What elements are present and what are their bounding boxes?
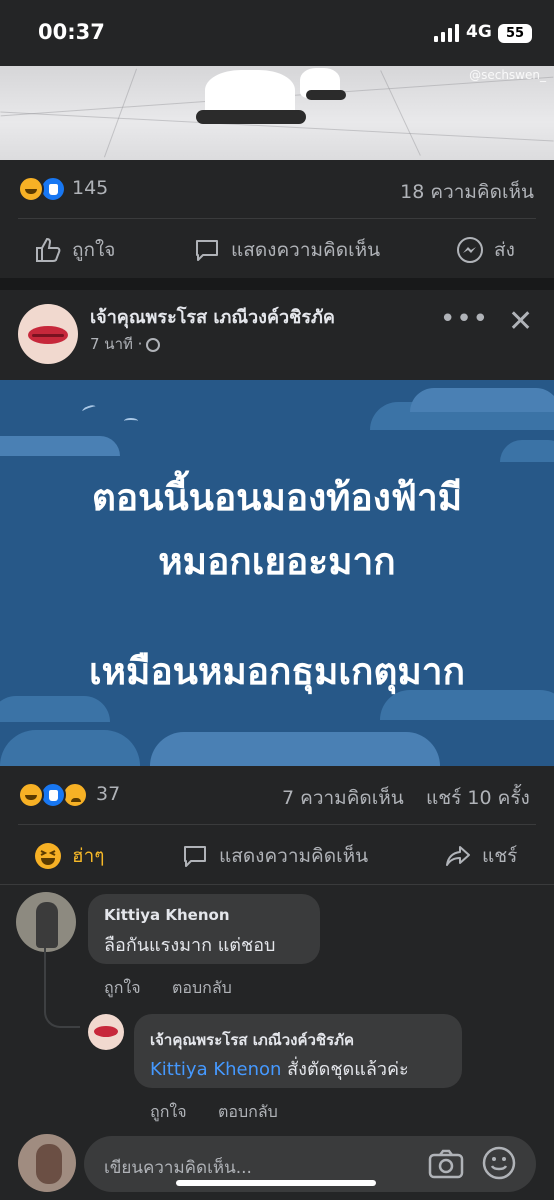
haha-icon [35,843,61,869]
divider [18,218,536,219]
post-video[interactable]: @sechswen_ [0,66,554,160]
home-indicator[interactable] [176,1180,376,1186]
like-button[interactable]: ถูกใจ [34,235,115,265]
share-arrow-icon [446,846,470,866]
comment-author[interactable]: Kittiya Khenon [104,906,230,924]
post2-actions: ฮ่าๆ แสดงความคิดเห็น แชร์ [0,826,554,884]
reply-bubble[interactable]: เจ้าคุณพระโรส เภณีวงค์วชิรภัค Kittiya Kh… [134,1014,462,1088]
text-post-banner[interactable]: ตอนนี้นอนมองท้องฟ้ามี หมอกเยอะมาก เหมือน… [0,380,554,766]
comment-bubble[interactable]: Kittiya Khenon ลือกันแรงมาก แต่ชอบ [88,894,320,964]
signal-icon [434,24,460,42]
share-button[interactable]: แชร์ [444,841,517,871]
emoji-icon[interactable] [482,1146,516,1180]
haha-reaction-icon [18,782,44,808]
clock: 00:37 [38,20,105,44]
divider [18,824,536,825]
banner-line-1: ตอนนี้นอนมองท้องฟ้ามี [91,476,463,519]
reply-thread-line [44,948,80,1028]
more-options-icon[interactable]: ••• [440,304,489,334]
globe-icon [146,337,161,352]
comment-icon [196,240,218,261]
share-count[interactable]: แชร์ 10 ครั้ง [426,783,530,813]
comment-button[interactable]: แสดงความคิดเห็น [181,841,368,871]
banner-line-2: หมอกเยอะมาก [158,540,396,583]
comment-icon [184,846,206,867]
comment-count[interactable]: 7 ความคิดเห็น [282,783,404,813]
haha-button[interactable]: ฮ่าๆ [34,841,104,871]
battery-icon: 55 [498,24,532,43]
author-avatar[interactable] [18,304,78,364]
haha-reaction-icon [18,176,44,202]
reply-author[interactable]: เจ้าคุณพระโรส เภณีวงค์วชิรภัค [150,1028,354,1052]
reaction-count: 37 [96,783,121,805]
video-watermark: @sechswen_ [469,68,546,82]
thumbs-up-icon [36,237,61,262]
comment-button[interactable]: แสดงความคิดเห็น [193,235,380,265]
comment-label: แสดงความคิดเห็น [231,239,381,261]
author-name[interactable]: เจ้าคุณพระโรส เภณีวงค์วชิรภัค [90,302,335,331]
reply-like-button[interactable]: ถูกใจ [150,1100,187,1125]
reply-text: Kittiya Khenon สั่งตัดชุดแล้วค่ะ [150,1054,409,1083]
reply-author-avatar[interactable] [88,1014,124,1050]
camera-icon[interactable] [428,1148,464,1180]
comment-label: แสดงความคิดเห็น [219,845,369,867]
post1-footer: 145 18 ความคิดเห็น ถูกใจ แสดงความคิดเห็น… [0,160,554,278]
comment-text: ลือกันแรงมาก แต่ชอบ [104,935,276,956]
comment-reply-button[interactable]: ตอบกลับ [172,976,232,1001]
post2-header: เจ้าคุณพระโรส เภณีวงค์วชิรภัค 7 นาที · •… [0,290,554,380]
banner-line-3: เหมือนหมอกธุมเกตุมาก [89,650,465,693]
post1-actions: ถูกใจ แสดงความคิดเห็น ส่ง [0,220,554,278]
divider [0,884,554,885]
network-type: 4G [466,22,492,42]
post-time-label: 7 นาที · [90,335,143,353]
status-bar: 00:37 4G 55 [0,0,554,66]
current-user-avatar [18,1134,76,1192]
comment-count[interactable]: 18 ความคิดเห็น [400,177,534,207]
mention-link[interactable]: Kittiya Khenon [150,1059,281,1080]
comment-like-button[interactable]: ถูกใจ [104,976,141,1001]
share-label: แชร์ [482,845,518,867]
send-button[interactable]: ส่ง [456,235,515,265]
reply-text-body: สั่งตัดชุดแล้วค่ะ [281,1059,409,1080]
reaction-count: 145 [72,177,109,199]
close-icon[interactable]: ✕ [508,304,533,339]
composer-placeholder[interactable]: เขียนความคิดเห็น... [104,1154,252,1181]
post-time: 7 นาที · [90,332,161,356]
reaction-summary[interactable]: 145 18 ความคิดเห็น [0,160,554,218]
haha-label: ฮ่าๆ [72,845,105,867]
messenger-icon [457,237,483,263]
send-label: ส่ง [494,239,515,261]
reply-reply-button[interactable]: ตอบกลับ [218,1100,278,1125]
post2-reaction-summary[interactable]: 37 7 ความคิดเห็น แชร์ 10 ครั้ง [0,766,554,824]
commenter-avatar[interactable] [16,892,76,952]
like-label: ถูกใจ [72,239,116,261]
